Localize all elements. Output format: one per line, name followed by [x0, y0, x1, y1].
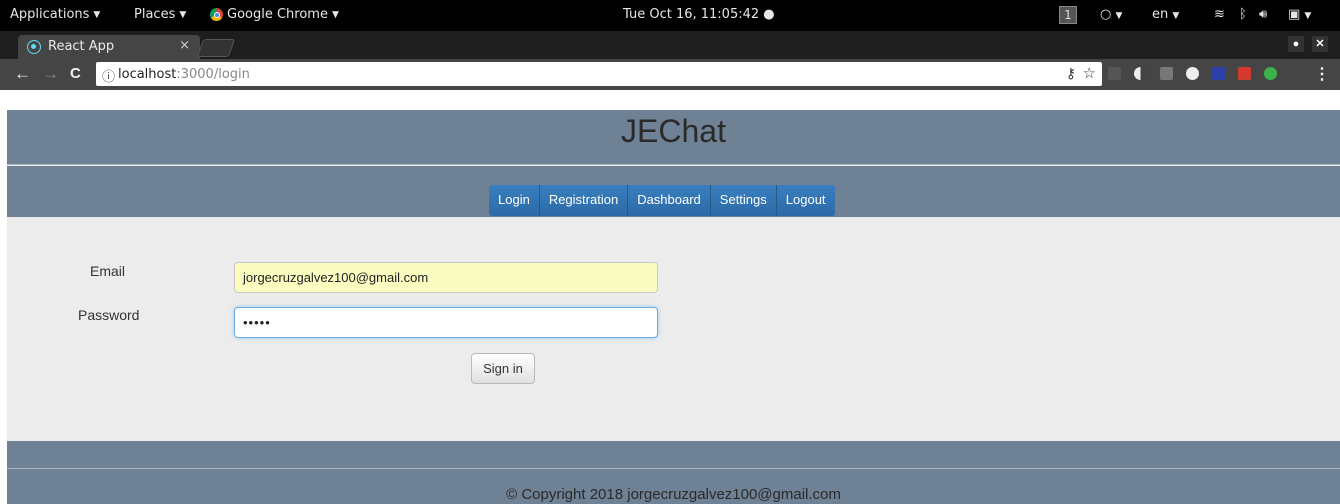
language-label: en — [1152, 7, 1169, 22]
tab-title: React App — [48, 39, 115, 54]
battery-icon[interactable]: ▣ ▼ — [1288, 7, 1311, 22]
extension-icon[interactable] — [1108, 67, 1121, 80]
volume-icon[interactable]: 🔊︎ — [1259, 7, 1267, 22]
language-selector[interactable]: en ▼ — [1152, 7, 1179, 22]
chevron-down-icon: ▼ — [93, 9, 101, 20]
url-text[interactable]: localhost:3000/login — [118, 67, 250, 82]
email-label: Email — [90, 263, 126, 279]
key-icon[interactable]: ⚷ — [1066, 65, 1076, 82]
sign-in-button[interactable]: Sign in — [471, 353, 535, 384]
chevron-down-icon: ▼ — [179, 9, 187, 20]
extension-icon[interactable] — [1238, 67, 1251, 80]
extension-icon[interactable] — [1212, 67, 1225, 80]
system-top-bar: Applications ▼ Places ▼ Google Chrome ▼ … — [0, 0, 1340, 31]
email-field[interactable]: jorgecruzgalvez100@gmail.com — [234, 262, 658, 293]
password-field[interactable]: ••••• — [234, 307, 658, 338]
nav-settings[interactable]: Settings — [710, 185, 777, 216]
applications-menu[interactable]: Applications ▼ — [10, 7, 100, 22]
nav-registration[interactable]: Registration — [539, 185, 629, 216]
react-icon — [27, 40, 41, 54]
bookmark-star-icon[interactable]: ☆ — [1083, 64, 1096, 82]
wifi-icon[interactable]: ≋ — [1214, 7, 1225, 22]
chevron-down-icon: ▼ — [331, 9, 339, 20]
active-app-label: Google Chrome — [227, 7, 328, 22]
extension-icon[interactable] — [1264, 67, 1277, 80]
status-circle-icon[interactable]: ○ ▼ — [1100, 7, 1122, 22]
nav-login[interactable]: Login — [489, 185, 540, 216]
site-header: JEChat — [7, 110, 1340, 165]
site-brand: JEChat — [621, 113, 726, 149]
url-path: :3000/login — [176, 67, 250, 82]
password-label: Password — [78, 307, 140, 323]
nav-dashboard[interactable]: Dashboard — [628, 185, 711, 216]
address-bar[interactable]: ⓘ localhost:3000/login ⚷ ☆ — [96, 62, 1102, 86]
chrome-menu-icon[interactable]: ⋮ — [1314, 64, 1330, 84]
back-arrow-icon[interactable]: ← — [14, 64, 31, 84]
copyright-text: © Copyright 2018 jorgecruzgalvez100@gmai… — [506, 486, 841, 503]
reload-icon[interactable]: C — [70, 65, 81, 82]
extension-icon[interactable] — [1134, 67, 1147, 80]
active-app-menu[interactable]: Google Chrome ▼ — [210, 7, 339, 22]
clock[interactable]: Tue Oct 16, 11:05:42 ● — [623, 7, 775, 22]
new-tab-button[interactable] — [196, 39, 236, 57]
bluetooth-icon[interactable]: ᛒ — [1239, 7, 1247, 22]
close-icon[interactable]: × — [179, 38, 190, 53]
tab-react-app[interactable]: React App × — [18, 35, 200, 59]
nav-band: Login Registration Dashboard Settings Lo… — [7, 166, 1340, 217]
extension-icon[interactable] — [1186, 67, 1199, 80]
applications-menu-label: Applications — [10, 7, 90, 22]
page-viewport: JEChat Login Registration Dashboard Sett… — [0, 90, 1340, 504]
site-container: JEChat Login Registration Dashboard Sett… — [7, 110, 1340, 504]
places-menu-label: Places — [134, 7, 176, 22]
tab-strip: React App × ● ✕ — [0, 31, 1340, 59]
browser-toolbar: ← → C ⓘ localhost:3000/login ⚷ ☆ ⋮ — [0, 59, 1340, 90]
profile-icon[interactable]: ● — [1288, 36, 1304, 52]
window-close-icon[interactable]: ✕ — [1312, 36, 1328, 52]
window-controls: ● ✕ — [1288, 36, 1328, 52]
forward-arrow-icon[interactable]: → — [42, 64, 59, 84]
site-footer: © Copyright 2018 jorgecruzgalvez100@gmai… — [7, 441, 1340, 504]
workspace-indicator[interactable]: 1 — [1059, 6, 1077, 24]
main-nav: Login Registration Dashboard Settings Lo… — [489, 185, 835, 216]
url-host: localhost — [118, 67, 177, 82]
info-icon[interactable]: ⓘ — [102, 66, 115, 85]
nav-logout[interactable]: Logout — [776, 185, 835, 216]
chrome-icon — [210, 8, 223, 21]
footer-divider — [7, 468, 1340, 469]
places-menu[interactable]: Places ▼ — [134, 7, 186, 22]
chevron-down-icon: ▼ — [1172, 11, 1180, 21]
extension-icon[interactable] — [1160, 67, 1173, 80]
